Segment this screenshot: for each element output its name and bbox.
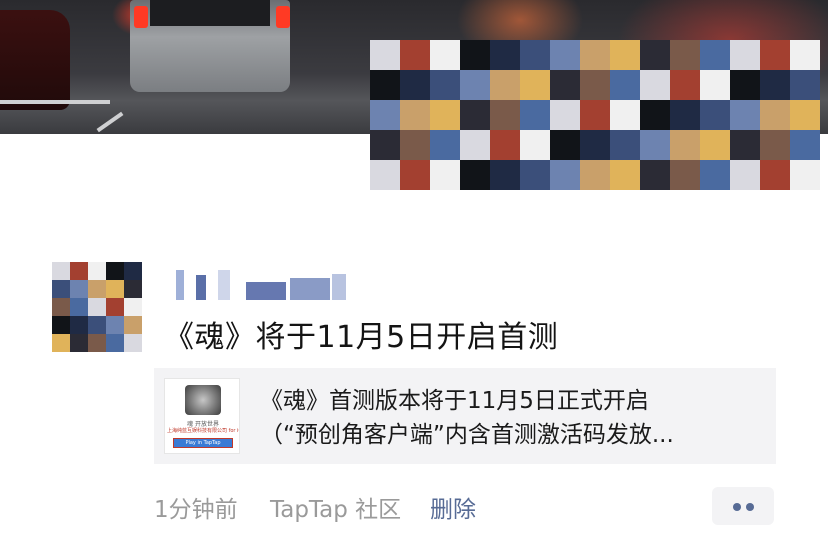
bus-window — [150, 0, 270, 26]
thumb-play-button: Play in TapTap — [173, 438, 233, 448]
cover-mosaic — [370, 40, 820, 190]
shared-link-thumbnail: 魂 开放世界 上海纯蓝互娱科技有限公司 for iOS Play in TapT… — [164, 378, 240, 454]
bus-taillight — [276, 6, 290, 28]
shared-link-card[interactable]: 魂 开放世界 上海纯蓝互娱科技有限公司 for iOS Play in TapT… — [154, 368, 776, 464]
cover-image[interactable] — [0, 0, 828, 190]
car-silhouette — [0, 10, 70, 110]
post-source-link[interactable]: TapTap 社区 — [270, 490, 401, 524]
post-text: 《魂》将于11月5日开启首测 — [164, 320, 559, 355]
thumb-publisher: 上海纯蓝互娱科技有限公司 for iOS — [167, 428, 239, 434]
post-time: 1分钟前 — [154, 497, 238, 523]
lane-marking — [0, 100, 110, 104]
avatar[interactable] — [52, 262, 142, 352]
delete-button[interactable]: 删除 — [430, 490, 476, 524]
more-button[interactable] — [712, 487, 774, 525]
username-mosaic[interactable] — [166, 270, 356, 300]
shared-link-title-line2: （“预创角客户端”内含首测激活码发放... — [260, 422, 674, 448]
shared-link-title: 《魂》首测版本将于11月5日正式开启 — [260, 388, 649, 414]
bus-taillight — [134, 6, 148, 28]
game-logo-icon — [185, 385, 221, 415]
